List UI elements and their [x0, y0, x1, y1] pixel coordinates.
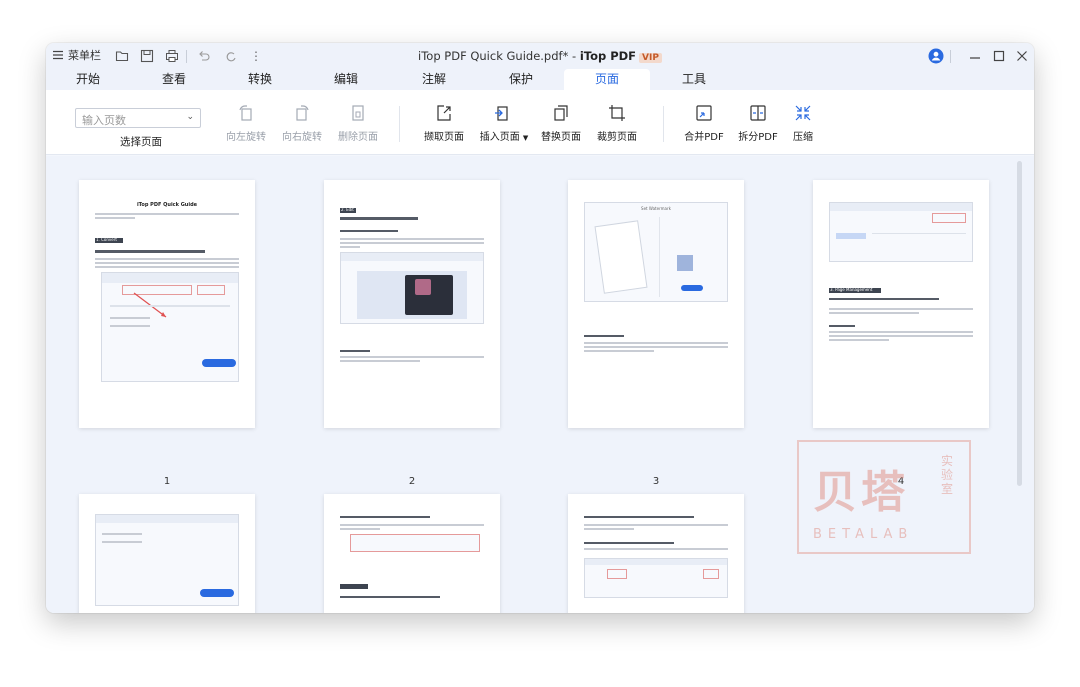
betalab-watermark: 贝塔 实验室 BETALAB [797, 440, 971, 554]
ribbon-divider [663, 106, 664, 142]
page-thumbnail-6[interactable] [324, 494, 500, 613]
tab-edit[interactable]: 编辑 [318, 69, 374, 90]
page-input-placeholder: 输入页数 [82, 114, 126, 127]
page-thumbnail-3[interactable]: Set Watermark [568, 180, 744, 428]
page-thumbnail-2[interactable]: 2. Edit [324, 180, 500, 428]
document-title: iTop PDF Quick Guide.pdf* [418, 49, 569, 63]
chevron-down-icon[interactable]: ⌄ [186, 112, 194, 122]
insert-page-button[interactable]: 插入页面 ▼ [474, 104, 534, 148]
vertical-scrollbar[interactable] [1017, 161, 1022, 486]
delete-page-label: 删除页面 [338, 132, 378, 143]
rotate-right-label: 向右旋转 [282, 132, 322, 143]
title-separator: - [568, 49, 580, 63]
embedded-screenshot [340, 252, 484, 324]
maximize-icon[interactable] [990, 47, 1008, 65]
replace-page-label: 替换页面 [541, 132, 581, 143]
tab-convert[interactable]: 转换 [232, 69, 288, 90]
page-number-1: 1 [163, 476, 171, 487]
split-pdf-icon [750, 105, 766, 121]
window-title: iTop PDF Quick Guide.pdf* - iTop PDF VIP [46, 49, 1034, 63]
embedded-screenshot [584, 558, 728, 598]
select-page-label[interactable]: 选择页面 [120, 134, 162, 149]
rotate-left-icon [239, 105, 252, 121]
insert-page-label: 插入页面 ▼ [474, 128, 534, 143]
section-title: 2. Edit [341, 207, 354, 212]
page-thumbnail-5[interactable] [79, 494, 255, 613]
tab-view[interactable]: 查看 [146, 69, 202, 90]
tab-pages[interactable]: 页面 [564, 69, 650, 90]
extract-page-button[interactable]: 撷取页面 [416, 104, 472, 148]
account-icon[interactable] [927, 47, 945, 65]
embedded-screenshot [829, 202, 973, 262]
embedded-screenshot [101, 272, 239, 382]
caret-down-icon: ▼ [522, 134, 529, 142]
rotate-right-button[interactable]: 向右旋转 [274, 104, 330, 148]
close-icon[interactable] [1013, 47, 1031, 65]
compress-label: 压缩 [793, 132, 813, 143]
page-number-input[interactable]: 输入页数 ⌄ [75, 108, 201, 128]
tab-home[interactable]: 开始 [60, 69, 116, 90]
embedded-screenshot: Set Watermark [584, 202, 728, 302]
rotate-right-icon [296, 105, 309, 121]
tab-protect[interactable]: 保护 [493, 69, 549, 90]
extract-page-icon [437, 105, 451, 121]
page-number-3: 3 [652, 476, 660, 487]
compress-icon [795, 105, 811, 121]
merge-pdf-icon [696, 105, 712, 121]
merge-pdf-button[interactable]: 合并PDF [676, 104, 732, 148]
page-thumbnail-1[interactable]: iTop PDF Quick Guide 1. Convert [79, 180, 255, 428]
page-thumbnail-7[interactable] [568, 494, 744, 613]
replace-page-icon [554, 105, 568, 121]
app-name: iTop PDF [579, 49, 637, 63]
page-heading: iTop PDF Quick Guide [136, 202, 198, 208]
merge-pdf-label: 合并PDF [684, 132, 724, 143]
delete-page-button[interactable]: 删除页面 [330, 104, 386, 148]
dialog-caption: Set Watermark [641, 206, 671, 211]
replace-page-button[interactable]: 替换页面 [533, 104, 589, 148]
insert-page-icon [495, 106, 508, 121]
rotate-left-button[interactable]: 向左旋转 [218, 104, 274, 148]
embedded-screenshot [95, 514, 239, 606]
section-title: 1. Convert [96, 237, 117, 242]
ribbon-divider [399, 106, 400, 142]
crop-page-button[interactable]: 裁剪页面 [589, 104, 645, 148]
delete-page-icon [352, 105, 364, 121]
extract-page-label: 撷取页面 [424, 132, 464, 143]
watermark-main-text: 贝塔 [813, 467, 909, 518]
ribbon-tabs: 开始 查看 转换 编辑 注解 保护 页面 工具 [46, 69, 1034, 90]
compress-button[interactable]: 压缩 [775, 104, 831, 148]
watermark-side-text: 实验室 [941, 454, 954, 496]
page-thumbnail-4[interactable]: 3. Page Management [813, 180, 989, 428]
title-bar: 菜单栏 ⋮ iTop PDF Quick Guide.pdf* - iTop P… [46, 43, 1034, 69]
tab-tools[interactable]: 工具 [666, 69, 722, 90]
watermark-sub-text: BETALAB [813, 527, 914, 542]
crop-page-label: 裁剪页面 [597, 132, 637, 143]
crop-page-icon [609, 105, 625, 121]
page-number-2: 2 [408, 476, 416, 487]
insert-page-text: 插入页面 [479, 132, 520, 143]
titlebar-divider-right [950, 50, 951, 63]
rotate-left-label: 向左旋转 [226, 132, 266, 143]
tab-annotate[interactable]: 注解 [406, 69, 462, 90]
vip-badge[interactable]: VIP [639, 53, 662, 63]
section-title: 3. Page Management [830, 287, 873, 292]
ribbon-toolbar: 输入页数 ⌄ 选择页面 向左旋转 向右旋转 删除页面 撷取页面 插入页面 ▼ 替… [46, 90, 1034, 155]
minimize-icon[interactable] [966, 47, 984, 65]
